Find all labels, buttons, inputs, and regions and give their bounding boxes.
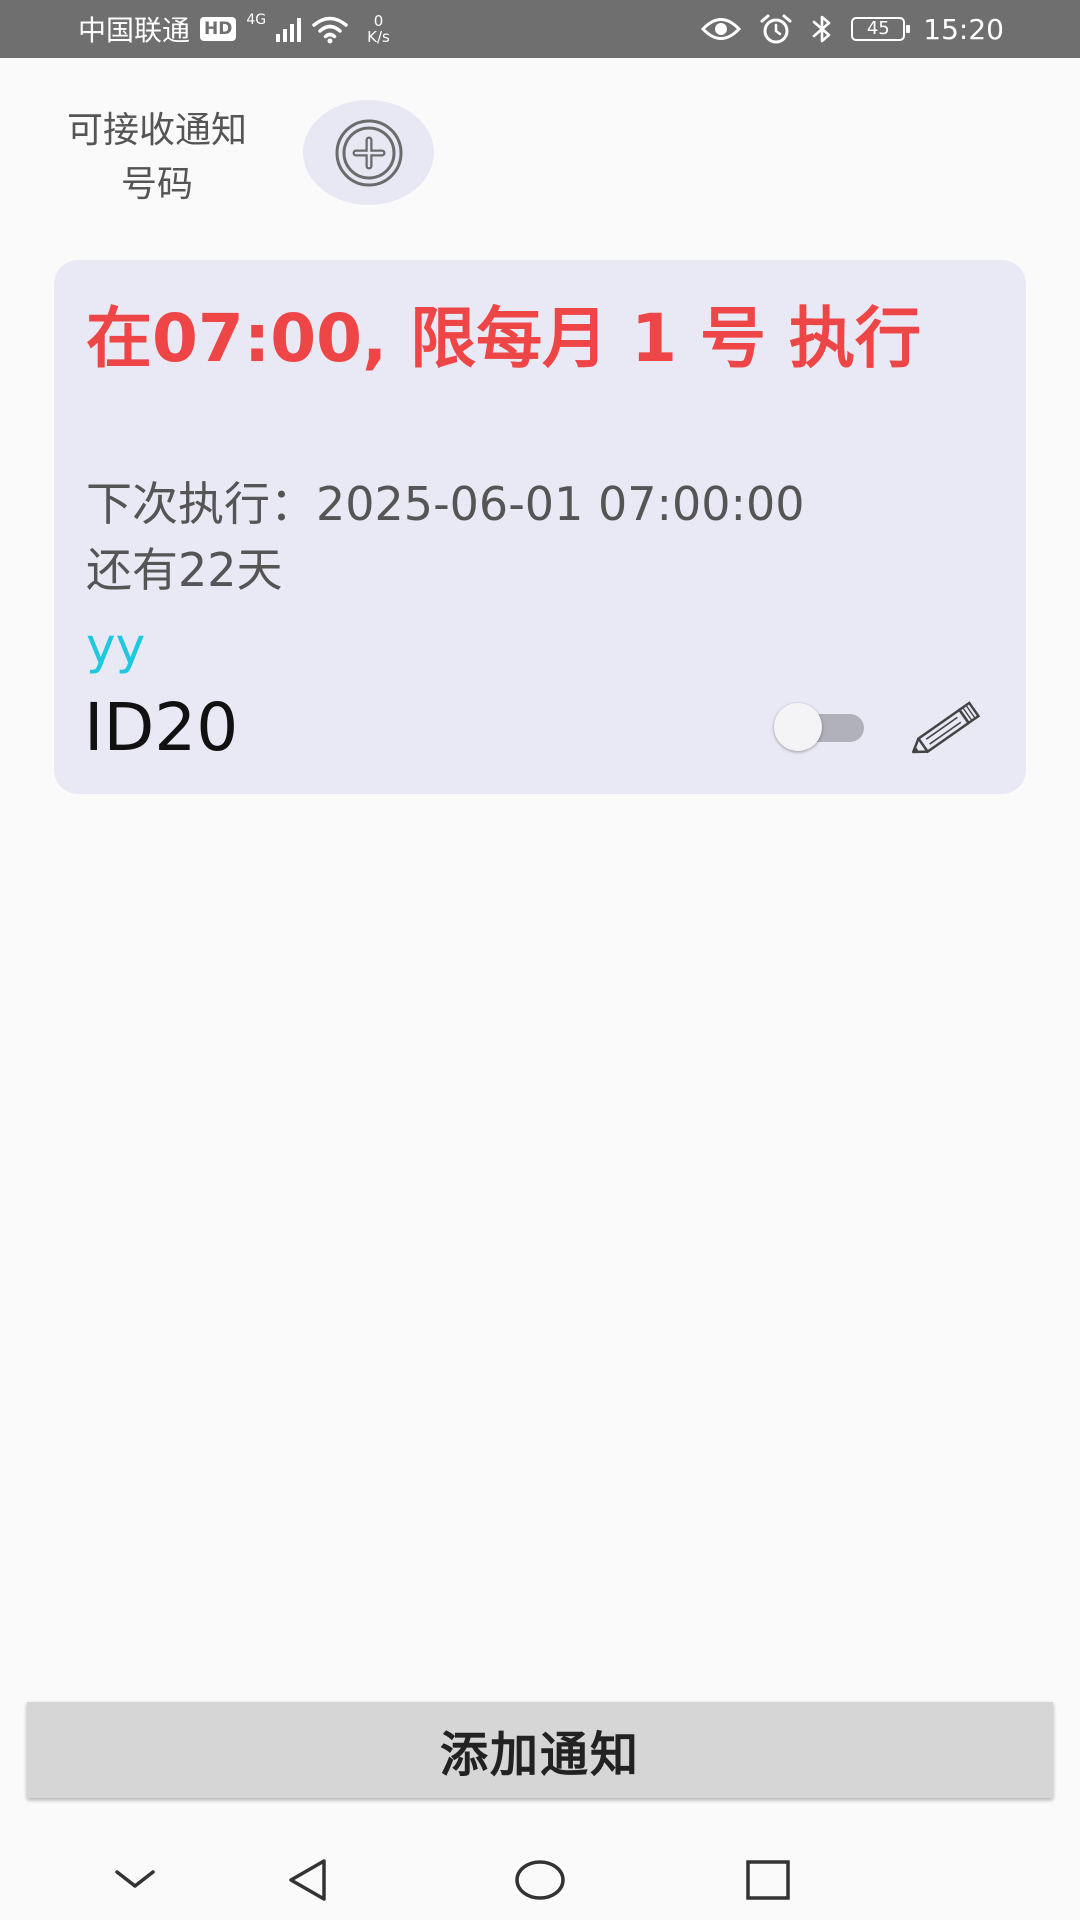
toggle-thumb [774, 703, 822, 751]
network-speed-unit: K/s [367, 28, 390, 46]
card-schedule-title: 在07:00, 限每月 1 号 执行 [86, 300, 921, 377]
edit-button[interactable] [900, 686, 992, 772]
home-icon [515, 1860, 565, 1900]
clock-time: 15:20 [923, 12, 1004, 46]
plus-circle-icon [335, 119, 402, 186]
nav-hide-button[interactable] [95, 1840, 175, 1920]
status-bar-left: 中国联通 HD 4G 0 K/s [78, 0, 390, 58]
network-type: 4G [246, 12, 267, 28]
nav-home-button[interactable] [500, 1840, 580, 1920]
card-id: ID20 [84, 689, 239, 766]
recents-icon [746, 1860, 790, 1900]
notify-numbers-label: 可接收通知 号码 [30, 104, 284, 212]
back-icon [289, 1859, 326, 1901]
add-number-button[interactable] [303, 100, 434, 205]
card-recipient-name: yy [86, 617, 146, 675]
notify-numbers-label-line2: 号码 [120, 164, 193, 205]
battery-icon: 45 [851, 17, 911, 41]
add-notification-button[interactable]: 添加通知 [27, 1702, 1053, 1798]
notify-numbers-label-line1: 可接收通知 [66, 110, 247, 151]
status-bar-right: 45 15:20 [701, 0, 1004, 58]
card-remaining-days: 还有22天 [86, 543, 283, 597]
eye-icon [701, 18, 742, 40]
bluetooth-icon [812, 15, 831, 43]
nav-recents-button[interactable] [728, 1840, 808, 1920]
nav-back-button[interactable] [268, 1840, 348, 1920]
navigation-bar [0, 1832, 1080, 1920]
pencil-icon [911, 701, 981, 754]
signal-icon [276, 16, 302, 42]
card-enable-toggle[interactable] [770, 702, 870, 752]
chevron-down-icon [115, 1870, 155, 1888]
hd-badge: HD [200, 17, 237, 41]
carrier-name: 中国联通 [78, 14, 191, 47]
card-next-run: 下次执行：2025-06-01 07:00:00 [86, 477, 805, 531]
notification-card[interactable]: 在07:00, 限每月 1 号 执行 下次执行：2025-06-01 07:00… [54, 260, 1026, 794]
wifi-icon [312, 16, 348, 44]
alarm-icon [760, 14, 792, 44]
status-bar: 中国联通 HD 4G 0 K/s 45 15:20 [0, 0, 1080, 58]
network-speed: 0 K/s [367, 13, 390, 45]
